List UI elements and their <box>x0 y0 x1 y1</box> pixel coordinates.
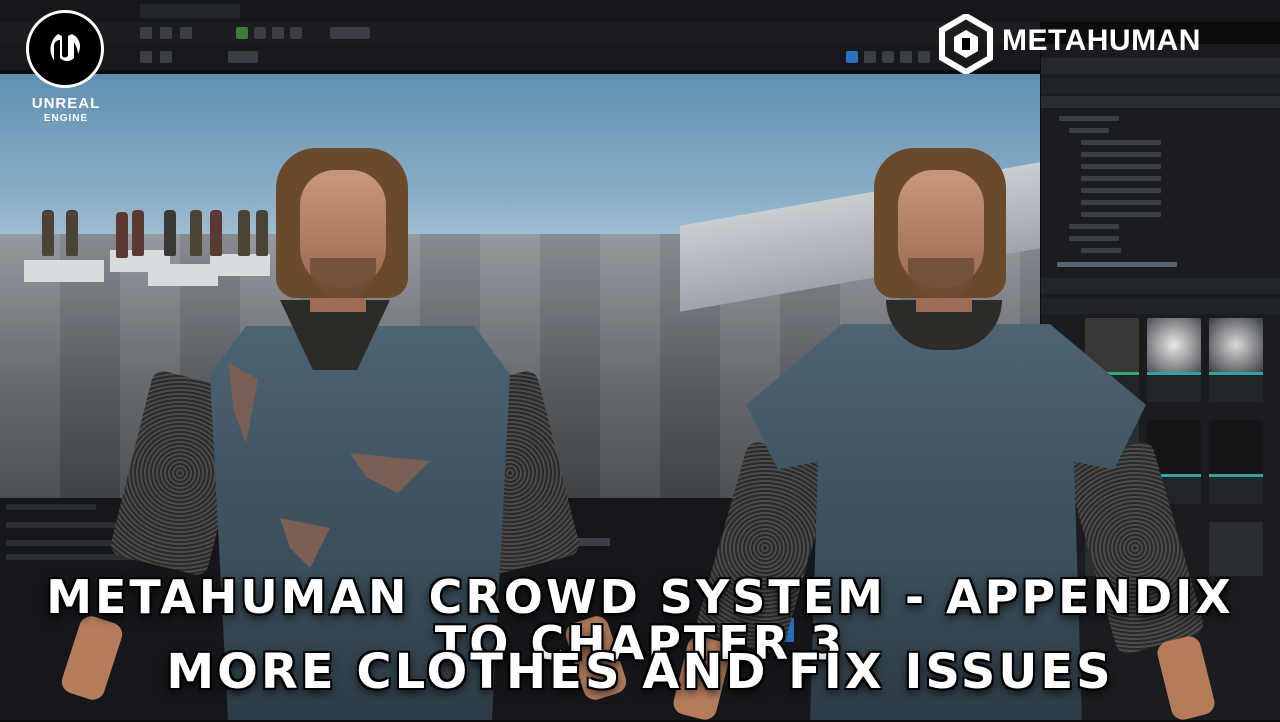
metahuman-logo-icon <box>938 12 994 76</box>
editor-tab[interactable] <box>690 4 790 18</box>
editor-tab[interactable] <box>250 4 350 18</box>
headline-subtitle: MORE CLOTHES AND FIX ISSUES <box>166 644 1114 700</box>
toolbar-button[interactable] <box>918 51 930 63</box>
play-button[interactable] <box>236 27 248 39</box>
outliner-row[interactable] <box>1059 116 1119 121</box>
platforms-dropdown[interactable] <box>330 27 370 39</box>
viewport-toolbar <box>0 44 1040 71</box>
asset-thumbnail[interactable] <box>1209 420 1263 474</box>
toolbar-button[interactable] <box>160 27 172 39</box>
toolbar-button[interactable] <box>180 27 192 39</box>
outliner-row[interactable] <box>1081 140 1161 145</box>
search-input[interactable] <box>1041 78 1280 94</box>
main-toolbar <box>0 22 1040 44</box>
editor-tab[interactable] <box>470 4 570 18</box>
editor-tab[interactable] <box>800 4 900 18</box>
product-name: METAHUMAN <box>1002 24 1201 57</box>
toolbar-button[interactable] <box>272 27 284 39</box>
toolbar-button[interactable] <box>228 51 258 63</box>
clothing-mannequin <box>42 210 54 256</box>
outliner-row[interactable] <box>1069 128 1109 133</box>
panel-header <box>1041 58 1280 74</box>
column-header <box>1041 96 1280 108</box>
clothing-mannequin <box>66 210 78 256</box>
toolbar-button[interactable] <box>254 27 266 39</box>
toolbar-button[interactable] <box>846 51 858 63</box>
editor-tab[interactable] <box>360 4 460 18</box>
editor-tab-bar <box>0 0 1280 23</box>
toolbar-button[interactable] <box>160 51 172 63</box>
asset-thumbnail[interactable] <box>1209 522 1263 576</box>
unreal-engine-logo-icon <box>26 10 104 88</box>
editor-tab[interactable] <box>580 4 680 18</box>
pedestal <box>24 260 104 282</box>
asset-label <box>1209 376 1263 402</box>
engine-name: UNREAL <box>31 95 101 112</box>
asset-label <box>1209 478 1263 504</box>
toolbar-button[interactable] <box>882 51 894 63</box>
toolbar-button[interactable] <box>900 51 912 63</box>
asset-thumbnail[interactable] <box>1209 318 1263 372</box>
asset-type-stripe <box>1209 372 1263 375</box>
editor-tab[interactable] <box>140 4 240 18</box>
toolbar-button[interactable] <box>140 51 152 63</box>
toolbar-button[interactable] <box>140 27 152 39</box>
toolbar-button[interactable] <box>864 51 876 63</box>
panel-tab[interactable] <box>6 504 96 510</box>
asset-type-stripe <box>1209 474 1263 477</box>
engine-sub: ENGINE <box>43 113 89 124</box>
toolbar-button[interactable] <box>290 27 302 39</box>
